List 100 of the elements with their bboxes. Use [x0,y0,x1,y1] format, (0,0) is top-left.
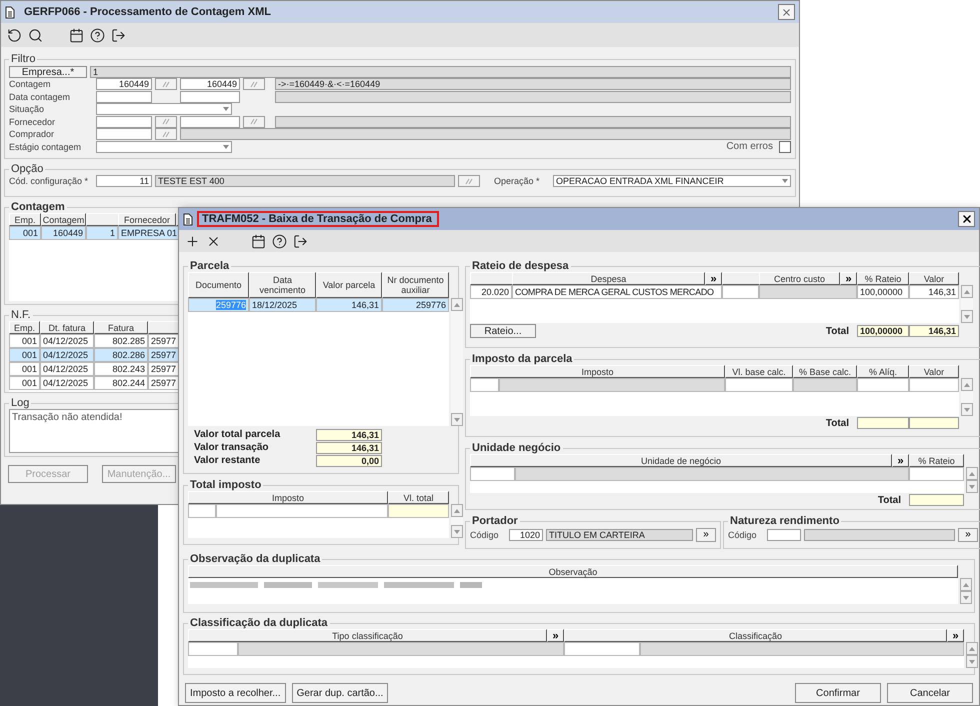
lookup-button[interactable] [155,116,177,128]
table-cell: 04/12/2025 [40,362,94,376]
close-button[interactable] [958,211,975,227]
scroll-down-button[interactable] [961,310,973,323]
input-field[interactable] [767,529,801,541]
section-title: Total imposto [189,479,262,491]
action-button[interactable]: Imposto a recolher... [185,683,286,703]
calendar-icon[interactable] [251,234,266,248]
dropdown-arrow-icon [223,107,229,112]
field-label: Situação [9,104,46,114]
scroll-down-button[interactable] [961,403,973,416]
field-label: Código [470,530,500,540]
plus-icon[interactable] [185,234,200,248]
lookup-button[interactable] [243,78,265,90]
column-header: Data vencimento [249,272,316,298]
empresa-button[interactable]: Empresa...* [9,66,87,78]
column-header: Valor parcela [316,272,382,298]
column-header: Imposto [470,365,725,378]
action-button[interactable]: Confirmar [795,683,881,703]
exit-icon[interactable] [293,234,308,248]
total-label: Valor transação [193,442,270,453]
scroll-down-button[interactable] [451,525,463,538]
dropdown-arrow-icon [782,179,788,184]
date-field[interactable] [96,90,152,103]
undo-icon[interactable] [7,28,22,42]
down-arrow-icon [454,418,460,422]
section-title: Filtro [10,53,36,65]
input-field[interactable] [96,128,152,140]
search-icon[interactable] [28,28,43,42]
scroll-up-button[interactable] [960,578,972,591]
section-title: Contagem [10,201,66,213]
column-header: Fornecedor [118,213,176,226]
dropdown-arrow-icon [223,144,229,149]
lookup-button[interactable]: » [547,629,564,642]
scroll-down-button[interactable] [966,655,978,668]
dropdown-field[interactable]: OPERACAO ENTRADA XML FINANCEIR [553,175,791,188]
exit-icon[interactable] [111,28,126,42]
section-title: Parcela [189,260,230,272]
lookup-button[interactable]: » [696,528,716,542]
lookup-button[interactable]: » [947,629,964,642]
column-header: % Rateio [857,272,909,285]
table-cell: 001 [9,348,40,362]
lookup-button[interactable]: » [958,528,978,542]
calendar-icon[interactable] [69,28,84,42]
lookup-icon [162,80,170,88]
dropdown-field[interactable] [96,103,232,116]
scroll-up-button[interactable] [451,504,463,517]
lookup-button[interactable] [458,175,480,188]
scroll-down-button[interactable] [451,413,463,426]
total-value: 146,31 [909,325,959,337]
table-cell: COMPRA DE MERCA GERAL CUSTOS MERCADO [512,285,722,299]
scroll-down-button[interactable] [960,591,972,604]
field-label: Contagem [9,79,52,90]
description-field: TESTE EST 400 [155,175,455,188]
document-icon [183,212,193,226]
table-cell: 259776 [188,298,249,312]
input-field[interactable] [96,116,152,128]
date-field[interactable] [180,90,240,103]
action-button[interactable]: Gerar dup. cartão... [292,683,388,703]
lookup-button[interactable]: » [892,454,909,467]
table-cell: 146,31 [316,298,382,312]
scroll-up-button[interactable] [961,285,973,298]
scroll-up-button[interactable] [966,467,978,480]
down-arrow-icon [964,314,970,318]
lookup-button[interactable] [155,78,177,90]
help-icon[interactable] [90,28,105,42]
table-cell: 259776 [382,298,449,312]
rateio-button[interactable]: Rateio... [470,324,536,338]
action-button[interactable]: Cancelar [887,683,973,703]
column-header: Fatura [94,321,148,334]
input-field[interactable]: 160449 [180,78,240,90]
description-field: ->·=160449·&·<·=160449 [275,78,791,90]
field-label: Fornecedor [9,116,56,127]
description-field: 1 [90,66,791,78]
total-value [909,417,959,429]
input-field[interactable]: 11 [96,175,152,188]
lookup-button[interactable] [243,116,265,128]
checkbox[interactable] [779,140,791,153]
input-field[interactable] [180,116,240,128]
field-label: Comprador [9,129,56,140]
table-cell: 04/12/2025 [40,376,94,390]
lookup-button[interactable]: » [840,272,857,285]
down-arrow-icon [964,408,970,412]
scroll-down-button[interactable] [966,480,978,493]
column-header: % Alíq. [857,365,909,378]
help-icon[interactable] [272,234,287,248]
total-value: 0,00 [316,454,382,466]
scroll-up-button[interactable] [961,378,973,391]
column-header: Valor [909,272,959,285]
column-header: Emp. [9,213,41,226]
scroll-up-button[interactable] [451,298,463,311]
section-title: Opção [10,163,44,175]
lookup-button[interactable] [155,128,177,140]
input-field[interactable]: 160449 [96,78,152,90]
table-cell [388,504,449,518]
scroll-up-button[interactable] [966,642,978,655]
description-field: TITULO EM CARTEIRA [546,529,693,541]
dropdown-field[interactable] [96,140,232,153]
input-field[interactable]: 1020 [509,529,543,541]
lookup-button[interactable]: » [705,272,722,285]
